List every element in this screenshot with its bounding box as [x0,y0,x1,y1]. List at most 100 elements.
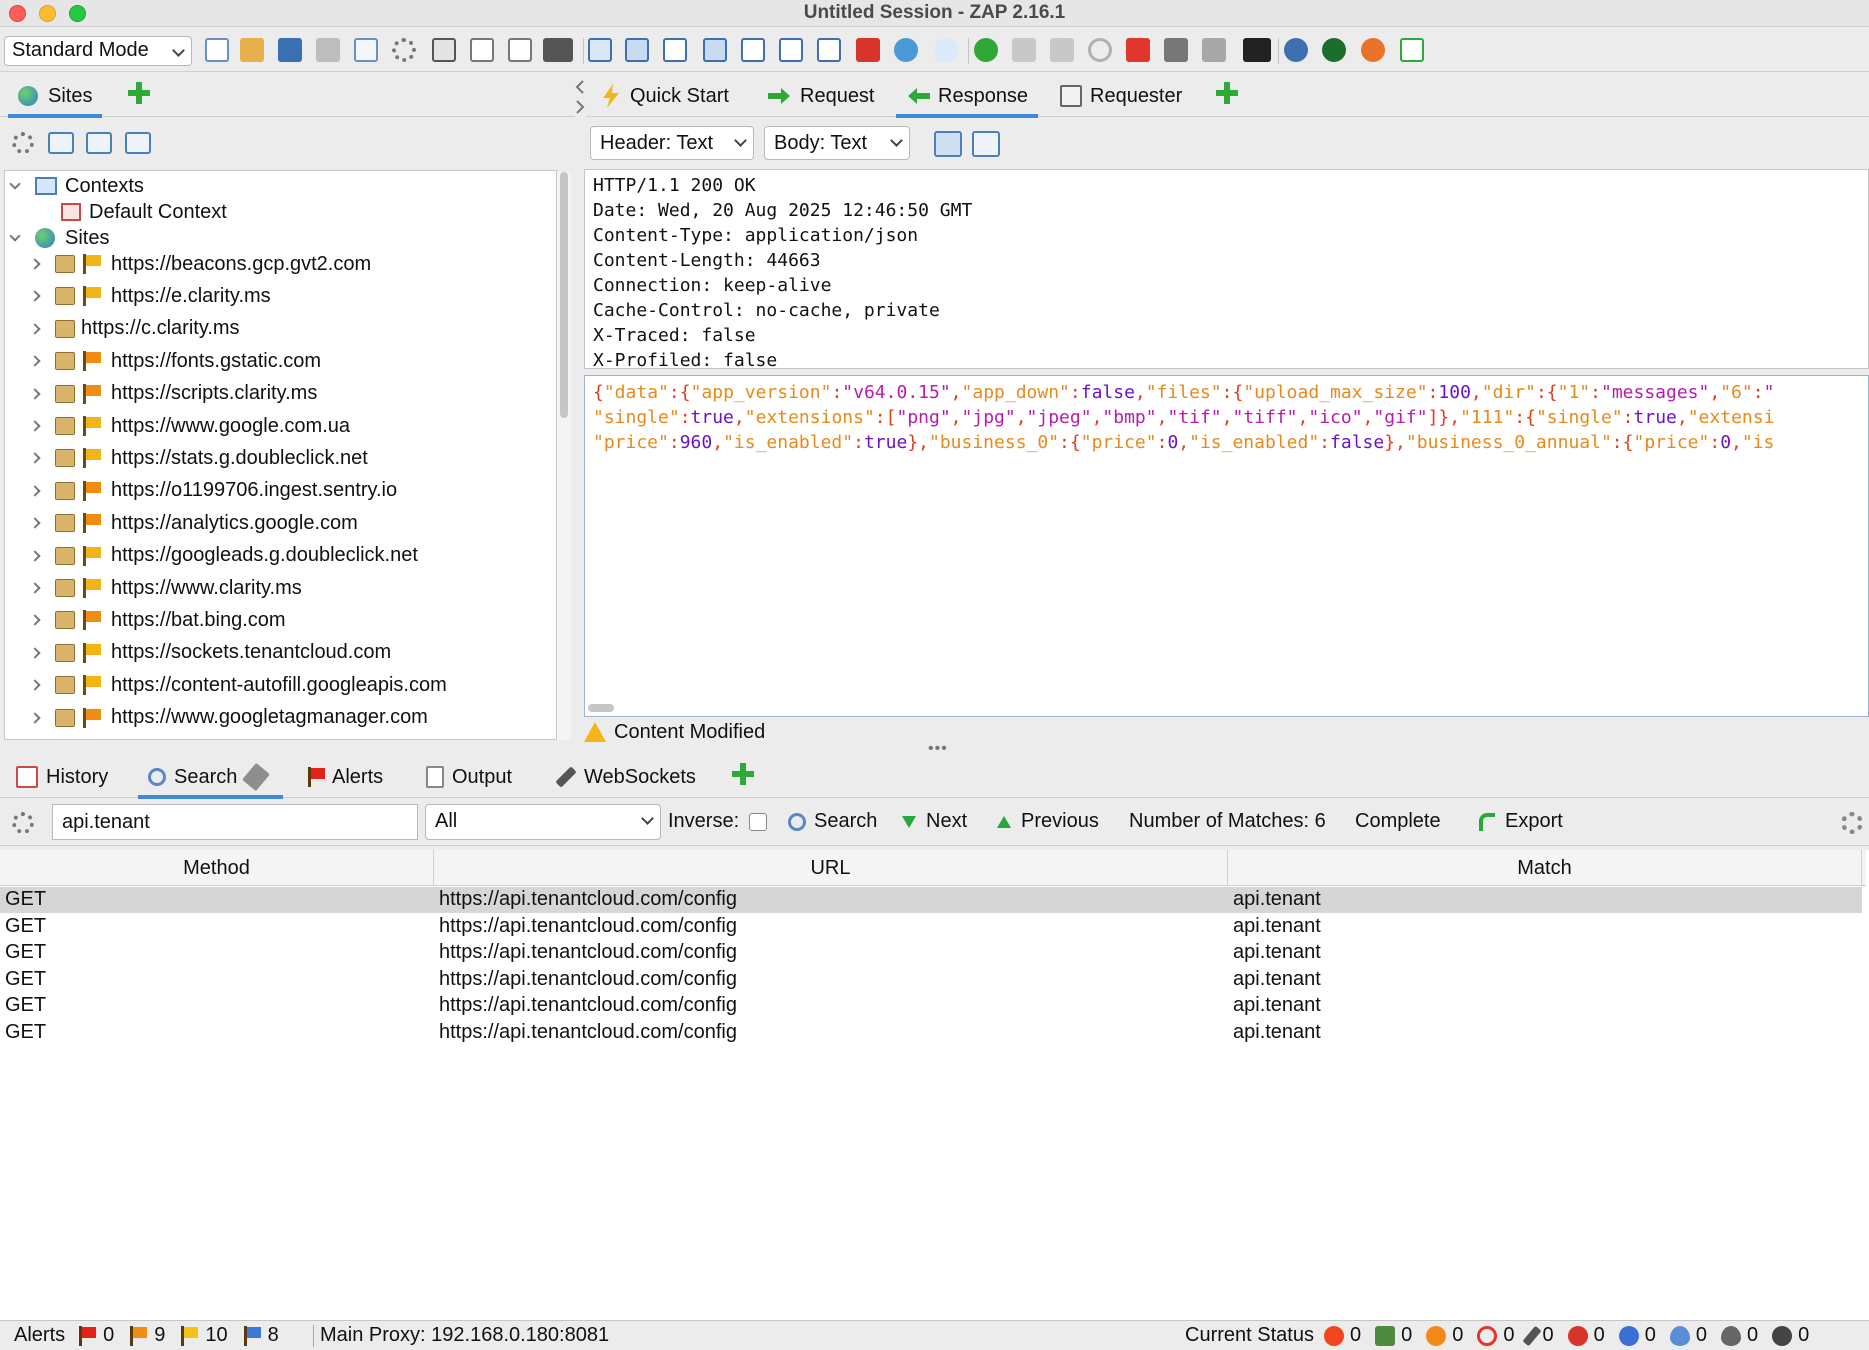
snapshot-icon[interactable] [316,38,340,62]
mode-select[interactable]: Standard Mode [4,36,192,66]
expand-arrow-icon[interactable] [29,711,41,724]
table-row[interactable]: GET https://api.tenantcloud.com/config api… [0,993,1862,1019]
expand-arrow-icon[interactable] [29,549,41,562]
tab-response[interactable]: Response [895,79,1039,118]
response-body-text[interactable]: {"data":{"app_version":"v64.0.15","app_d… [584,375,1869,717]
tree-node-site[interactable]: https://googleads.g.doubleclick.net [29,541,418,571]
tree-node-site[interactable]: https://c.clarity.ms [29,314,240,344]
report-icon[interactable] [1400,38,1424,62]
tab-request[interactable]: Request [768,79,875,113]
tabs-split-icon[interactable] [779,38,803,62]
layout-vertical-icon[interactable] [663,38,687,62]
firefox-browser-icon[interactable] [1361,38,1385,62]
tree-node-site[interactable]: https://bat.bing.com [29,605,286,635]
expand-arrow-icon[interactable] [29,517,41,529]
table-row[interactable]: GET https://api.tenantcloud.com/config api… [0,967,1862,993]
gear-icon[interactable] [1841,812,1863,834]
continue-icon[interactable] [1050,38,1074,62]
expand-arrow-icon[interactable] [29,387,41,400]
tree-node-site[interactable]: https://stats.g.doubleclick.net [29,443,368,473]
add-note-icon[interactable] [470,38,494,62]
tab-search[interactable]: Search [137,760,284,799]
spider-icon[interactable] [1202,38,1226,62]
expand-arrow-icon[interactable] [9,229,21,242]
add-tab-plus-icon[interactable] [730,761,756,787]
break-on-all-icon[interactable] [974,38,998,62]
column-header-url[interactable]: URL [434,850,1228,886]
split-vertical-icon[interactable] [972,131,1000,157]
tree-node-site[interactable]: https://beacons.gcp.gvt2.com [29,249,371,279]
toggle-text-icon[interactable] [543,38,573,62]
tree-node-site[interactable]: https://o1199706.ingest.sentry.io [29,476,397,506]
pin-icon[interactable] [242,762,271,792]
session-properties-icon[interactable] [354,38,378,62]
remove-breakpoint-icon[interactable] [1126,38,1150,62]
export-button[interactable]: Export [1479,810,1563,833]
new-context-icon[interactable] [48,132,74,154]
tree-node-site[interactable]: https://content-autofill.googleapis.com [29,670,447,700]
tree-node-site[interactable]: https://www.googletagmanager.com [29,703,428,733]
drop-icon[interactable] [1088,38,1112,62]
expand-arrow-icon[interactable] [29,582,41,594]
scan-icon[interactable] [1164,38,1188,62]
table-row[interactable]: GET https://api.tenantcloud.com/config api… [0,1020,1862,1046]
tab-history[interactable]: History [16,760,108,794]
body-format-select[interactable]: Body: Text [764,126,910,160]
tree-node-site[interactable]: https://www.google.com.ua [29,411,350,441]
expand-arrow-icon[interactable] [29,420,41,432]
lightbulb-icon[interactable] [934,38,958,62]
options-gear-icon[interactable] [392,38,416,62]
expand-arrow-icon[interactable] [29,323,41,335]
table-row[interactable]: GET https://api.tenantcloud.com/config api… [0,887,1862,913]
new-session-icon[interactable] [205,38,229,62]
previous-button[interactable]: Previous [997,810,1099,833]
tabs-side-icon[interactable] [741,38,765,62]
expand-panels-icon[interactable] [432,38,456,62]
target-icon[interactable] [12,812,34,834]
add-tab-plus-icon[interactable] [1214,80,1240,106]
tab-requester[interactable]: Requester [1060,79,1182,113]
column-header-method[interactable]: Method [0,850,434,886]
expand-arrow-icon[interactable] [29,679,41,691]
import-context-icon[interactable] [86,132,112,154]
tab-sites[interactable]: Sites [7,79,104,118]
expand-arrow-icon[interactable] [29,485,41,497]
tabs-top-icon[interactable] [703,38,727,62]
response-header-text[interactable]: HTTP/1.1 200 OK Date: Wed, 20 Aug 2025 1… [584,169,1869,369]
help-icon[interactable] [1284,38,1308,62]
search-button[interactable]: Search [788,810,877,833]
expand-arrow-icon[interactable] [29,258,41,270]
tab-output[interactable]: Output [426,760,512,794]
search-scope-select[interactable]: All [425,804,661,840]
export-context-icon[interactable] [125,132,151,154]
expand-arrow-icon[interactable] [29,355,41,367]
step-icon[interactable] [1012,38,1036,62]
hud-icon[interactable] [1243,38,1271,62]
delete-note-icon[interactable] [508,38,532,62]
scrollbar-thumb[interactable] [560,172,568,418]
layout-full-icon[interactable] [588,38,612,62]
target-icon[interactable] [12,132,34,154]
tab-websockets[interactable]: WebSockets [554,760,696,794]
next-button[interactable]: Next [902,810,967,833]
expand-arrow-icon[interactable] [29,614,41,627]
tree-node-site[interactable]: https://analytics.google.com [29,508,358,538]
tabs-bottom-icon[interactable] [817,38,841,62]
body-horizontal-scrollbar[interactable] [588,704,614,712]
search-input[interactable]: api.tenant [52,804,418,840]
table-row[interactable]: GET https://api.tenantcloud.com/config api… [0,914,1862,940]
inverse-checkbox[interactable] [749,812,768,831]
tree-node-site[interactable]: https://www.clarity.ms [29,573,302,603]
expand-arrow-icon[interactable] [9,177,21,190]
tree-node-site[interactable]: https://scripts.clarity.ms [29,379,317,409]
expand-arrow-icon[interactable] [29,290,41,303]
header-format-select[interactable]: Header: Text [590,126,754,160]
split-horizontal-icon[interactable] [934,131,962,157]
table-row[interactable]: GET https://api.tenantcloud.com/config api… [0,940,1862,966]
expand-arrow-icon[interactable] [29,452,41,465]
tab-quick-start[interactable]: Quick Start [600,79,729,113]
panel-collapse-arrows-icon[interactable] [574,78,586,116]
tree-node-site[interactable]: https://e.clarity.ms [29,281,271,311]
open-session-icon[interactable] [240,38,264,62]
add-tab-plus-icon[interactable] [126,80,152,106]
